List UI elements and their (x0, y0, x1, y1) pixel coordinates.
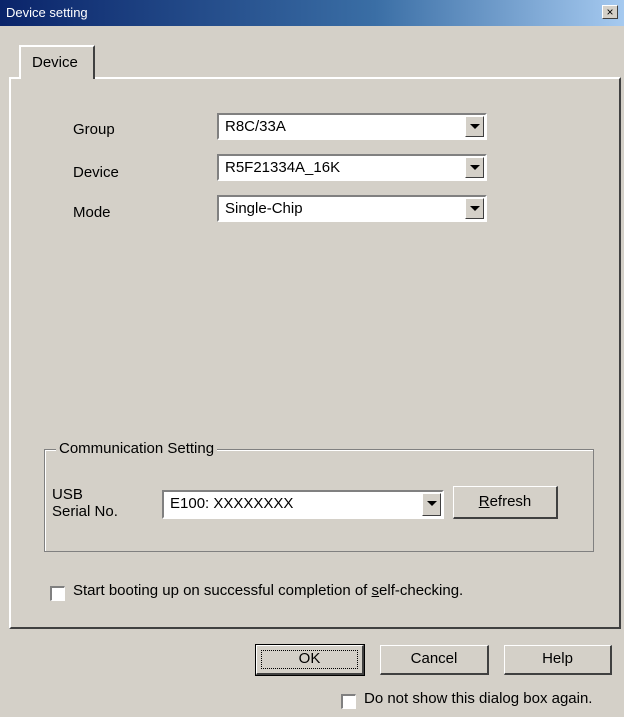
serial-number-value: E100: XXXXXXXX (170, 495, 294, 512)
tab-device-label: Device (32, 54, 78, 71)
help-button-label: Help (542, 650, 573, 667)
cancel-button-label: Cancel (410, 650, 458, 667)
serial-dropdown-arrow-icon[interactable] (422, 493, 441, 516)
dont-show-checkbox[interactable] (341, 694, 356, 709)
window-title: Device setting (6, 5, 88, 20)
mode-combo[interactable]: Single-Chip (217, 195, 487, 222)
mode-label: Mode (73, 204, 111, 221)
device-label: Device (73, 164, 119, 181)
boot-checkbox-label: Start booting up on successful completio… (73, 582, 464, 599)
ok-button-label: OK (298, 650, 321, 667)
refresh-button-label: Refresh (478, 493, 532, 510)
device-combo[interactable]: R5F21334A_16K (217, 154, 487, 181)
group-combo[interactable]: R8C/33A (217, 113, 487, 140)
close-icon: × (606, 5, 614, 19)
boot-checkbox[interactable] (50, 586, 65, 601)
close-button[interactable]: × (602, 5, 618, 19)
ok-button[interactable]: OK (255, 644, 365, 676)
help-button[interactable]: Help (504, 645, 612, 675)
usb-serial-label: USB Serial No. (52, 486, 118, 520)
device-value: R5F21334A_16K (225, 159, 341, 176)
dont-show-label: Do not show this dialog box again. (364, 690, 593, 707)
group-label: Group (73, 121, 115, 138)
title-bar: Device setting × (0, 0, 624, 26)
usb-label-line1: USB (52, 486, 83, 503)
group-value: R8C/33A (225, 118, 286, 135)
cancel-button[interactable]: Cancel (380, 645, 489, 675)
mode-dropdown-arrow-icon[interactable] (465, 198, 484, 219)
mode-value: Single-Chip (225, 200, 303, 217)
device-dropdown-arrow-icon[interactable] (465, 157, 484, 178)
tab-device[interactable]: Device (19, 45, 95, 79)
group-dropdown-arrow-icon[interactable] (465, 116, 484, 137)
usb-label-line2: Serial No. (52, 503, 118, 520)
serial-number-combo[interactable]: E100: XXXXXXXX (162, 490, 444, 519)
refresh-button[interactable]: Refresh (453, 486, 558, 519)
communication-title: Communication Setting (56, 440, 218, 457)
